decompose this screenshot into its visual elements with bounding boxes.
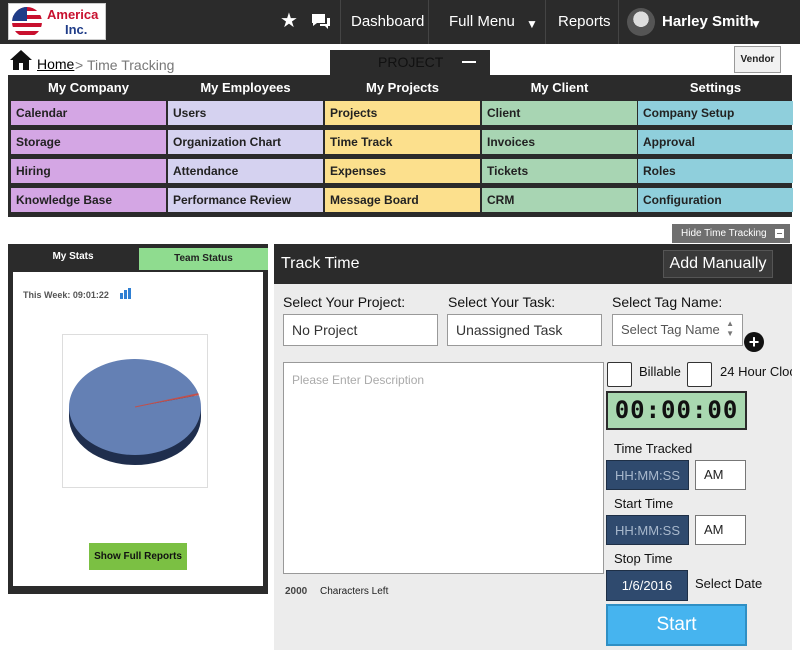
breadcrumb-home[interactable]: Home [37,56,74,72]
menu-item-expenses[interactable]: Expenses [325,159,480,183]
logo-subtext: Inc. [65,22,88,37]
stop-time-label: Stop Time [614,551,673,566]
select-date-label[interactable]: Select Date [695,576,762,591]
time-tracked-ampm[interactable]: AM [695,460,746,490]
stats-body: This Week: 09:01:22 Show Full Reports [13,272,263,586]
24-hour-clock-checkbox[interactable] [687,362,712,387]
logo-text: America [47,7,99,22]
hide-time-tracking-label: Hide Time Tracking [681,228,767,239]
project-select[interactable]: No Project [283,314,438,346]
tag-label: Select Tag Name: [612,294,723,310]
breadcrumb-separator: > [75,57,84,73]
track-time-header: Track Time Add Manually [274,244,792,284]
divider [618,0,619,44]
menu-item-configuration[interactable]: Configuration [638,188,793,212]
home-icon[interactable] [9,49,33,71]
top-navbar: America Inc. ★ Dashboard Full Menu ▼ Rep… [0,0,800,44]
menu-column-my-client: My Client Client Invoices Tickets CRM [482,75,637,212]
menu-item-time-track[interactable]: Time Track [325,130,480,154]
menu-item-performance-review[interactable]: Performance Review [168,188,323,212]
full-menu-link[interactable]: Full Menu [437,0,527,44]
menu-item-attendance[interactable]: Attendance [168,159,323,183]
menu-item-crm[interactable]: CRM [482,188,637,212]
project-label: Select Your Project: [283,294,406,310]
menu-column-my-company: My Company Calendar Storage Hiring Knowl… [11,75,166,212]
description-placeholder: Please Enter Description [292,373,425,387]
star-icon[interactable]: ★ [280,11,298,31]
show-full-reports-button[interactable]: Show Full Reports [89,543,187,570]
add-manually-button[interactable]: Add Manually [663,250,773,278]
start-time-input[interactable]: HH:MM:SS [606,515,689,545]
characters-left-count: 2000 [285,586,308,597]
menu-item-client[interactable]: Client [482,101,637,125]
characters-left-label: Characters Left [320,586,389,597]
divider [428,0,429,44]
collapse-icon[interactable] [462,61,476,63]
billable-label: Billable [639,364,681,379]
description-textarea[interactable]: Please Enter Description [283,362,604,574]
menu-column-my-projects: My Projects Projects Time Track Expenses… [325,75,480,212]
billable-checkbox[interactable] [607,362,632,387]
menu-item-projects[interactable]: Projects [325,101,480,125]
add-tag-icon[interactable]: + [744,332,764,352]
flag-icon [12,7,42,37]
chat-icon[interactable] [310,12,332,34]
project-tab-label: PROJECT [378,54,444,70]
pie-chart-frame [62,334,208,488]
menu-item-approval[interactable]: Approval [638,130,793,154]
chevron-down-icon[interactable]: ▼ [526,14,538,34]
menu-item-tickets[interactable]: Tickets [482,159,637,183]
menu-heading[interactable]: My Projects [325,75,480,100]
tag-select[interactable]: Select Tag Name ▲ ▼ [612,314,743,346]
track-time-title: Track Time [281,255,360,272]
tag-select-value: Select Tag Name [621,322,720,337]
24-hour-clock-label: 24 Hour Cloc [720,364,792,379]
menu-item-knowledge-base[interactable]: Knowledge Base [11,188,166,212]
dashboard-link[interactable]: Dashboard [339,0,436,44]
menu-heading[interactable]: My Employees [168,75,323,100]
stop-date-input[interactable]: 1/6/2016 [606,570,688,601]
menu-item-users[interactable]: Users [168,101,323,125]
user-name[interactable]: Harley Smith [650,0,766,44]
task-label: Select Your Task: [448,294,556,310]
select-arrows-icon: ▲ ▼ [726,319,734,338]
menu-item-invoices[interactable]: Invoices [482,130,637,154]
timer-display: 00:00:00 [606,391,747,430]
menu-item-organization-chart[interactable]: Organization Chart [168,130,323,154]
menu-item-storage[interactable]: Storage [11,130,166,154]
menu-column-settings: Settings Company Setup Approval Roles Co… [638,75,793,212]
vendor-button[interactable]: Vendor [734,46,781,73]
time-tracked-label: Time Tracked [614,441,693,456]
pie-slice [68,358,201,455]
pie-chart [68,358,201,465]
start-button[interactable]: Start [606,604,747,646]
menu-column-my-employees: My Employees Users Organization Chart At… [168,75,323,212]
company-logo[interactable]: America Inc. [8,3,106,40]
bar-chart-icon[interactable] [120,288,132,299]
tab-team-status[interactable]: Team Status [139,248,268,270]
breadcrumb-current: Time Tracking [87,57,175,73]
time-tracked-input[interactable]: HH:MM:SS [606,460,689,490]
stats-panel: My Stats Team Status This Week: 09:01:22… [8,244,268,594]
menu-heading[interactable]: My Client [482,75,637,100]
track-time-panel: Track Time Add Manually Select Your Proj… [274,244,792,650]
menu-item-roles[interactable]: Roles [638,159,793,183]
menu-item-message-board[interactable]: Message Board [325,188,480,212]
start-time-ampm[interactable]: AM [695,515,746,545]
menu-item-calendar[interactable]: Calendar [11,101,166,125]
this-week-total: This Week: 09:01:22 [23,290,109,300]
menu-heading[interactable]: Settings [638,75,793,100]
chevron-down-icon[interactable]: ▼ [750,14,762,34]
minimize-icon [775,229,784,238]
task-select[interactable]: Unassigned Task [447,314,602,346]
menu-heading[interactable]: My Company [11,75,166,100]
menu-item-hiring[interactable]: Hiring [11,159,166,183]
hide-time-tracking-button[interactable]: Hide Time Tracking [672,224,790,243]
tab-my-stats[interactable]: My Stats [8,244,138,270]
main-menu: My Company Calendar Storage Hiring Knowl… [8,75,793,217]
menu-item-company-setup[interactable]: Company Setup [638,101,793,125]
reports-link[interactable]: Reports [546,0,623,44]
start-time-label: Start Time [614,496,674,511]
project-tab[interactable]: PROJECT [330,50,490,75]
